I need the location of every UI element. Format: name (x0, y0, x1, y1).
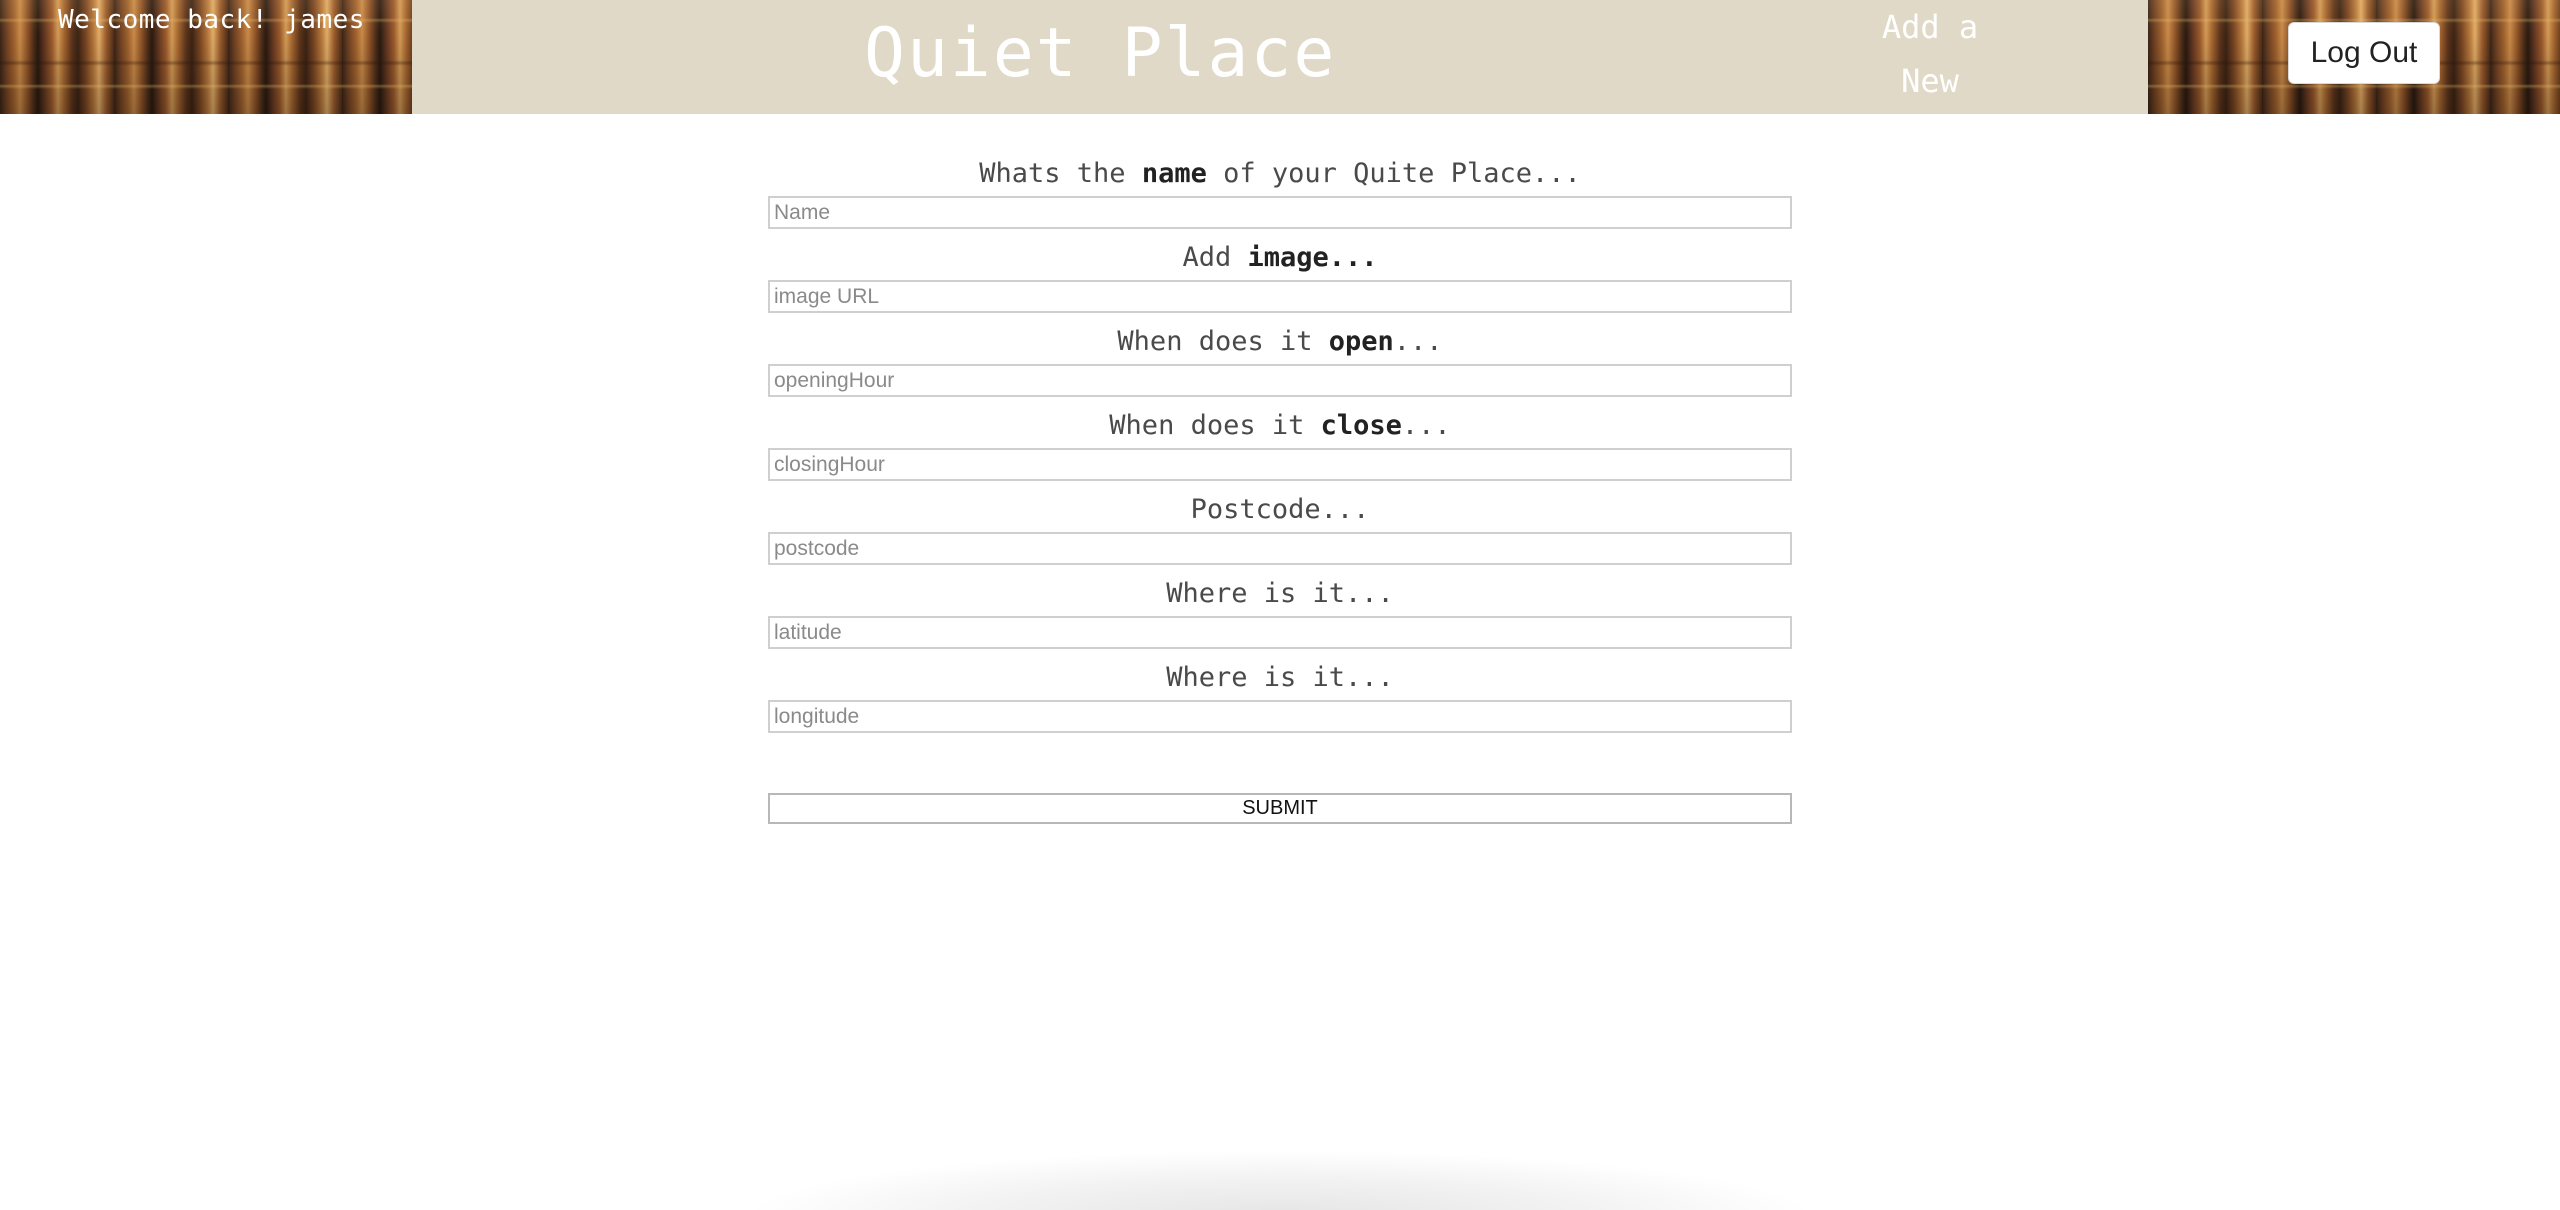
site-header: Welcome back! james Quiet Place Add a Ne… (0, 0, 2560, 114)
label-text: When does it (1109, 410, 1321, 441)
label-text: ... (1401, 410, 1451, 441)
latitude-input[interactable] (768, 616, 1792, 649)
logout-button[interactable]: Log Out (2288, 22, 2440, 84)
add-new-label-line1: Add a (1881, 8, 1979, 46)
label-text: Postcode... (1190, 494, 1370, 525)
label-text: Add (1182, 242, 1248, 273)
label-text: Where is it... (1166, 662, 1394, 693)
postcode-field-label: Postcode... (768, 486, 1792, 532)
label-text: ... (1393, 326, 1443, 357)
postcode-field-group: Postcode... (768, 486, 1792, 570)
submit-button[interactable]: SUBMIT (768, 793, 1792, 824)
name-input[interactable] (768, 196, 1792, 229)
welcome-message: Welcome back! james (58, 5, 365, 35)
longitude-input[interactable] (768, 700, 1792, 733)
opening-hour-field-group: When does it open... (768, 318, 1792, 402)
latitude-field-group: Where is it... (768, 570, 1792, 654)
image-url-input[interactable] (768, 280, 1792, 313)
label-emphasis: image... (1247, 242, 1378, 273)
name-field-label: Whats the name of your Quite Place... (768, 150, 1792, 196)
label-emphasis: open (1328, 326, 1394, 357)
add-new-link[interactable]: Add a New (1870, 0, 1990, 108)
bottom-shadow-decoration (740, 1150, 1820, 1210)
add-place-form: Whats the name of your Quite Place... Ad… (768, 150, 1792, 824)
opening-hour-field-label: When does it open... (768, 318, 1792, 364)
opening-hour-input[interactable] (768, 364, 1792, 397)
closing-hour-input[interactable] (768, 448, 1792, 481)
label-text: When does it (1117, 326, 1329, 357)
postcode-input[interactable] (768, 532, 1792, 565)
site-title: Quiet Place (864, 14, 1337, 93)
label-emphasis: close (1320, 410, 1402, 441)
image-field-label: Add image... (768, 234, 1792, 280)
image-field-group: Add image... (768, 234, 1792, 318)
closing-hour-field-label: When does it close... (768, 402, 1792, 448)
label-text: Whats the (979, 158, 1142, 189)
name-field-group: Whats the name of your Quite Place... (768, 150, 1792, 234)
longitude-field-label: Where is it... (768, 654, 1792, 700)
label-emphasis: name (1141, 158, 1207, 189)
label-text: Where is it... (1166, 578, 1394, 609)
label-text: of your Quite Place... (1206, 158, 1581, 189)
latitude-field-label: Where is it... (768, 570, 1792, 616)
longitude-field-group: Where is it... (768, 654, 1792, 738)
closing-hour-field-group: When does it close... (768, 402, 1792, 486)
add-new-label-line2: New (1901, 62, 1959, 100)
